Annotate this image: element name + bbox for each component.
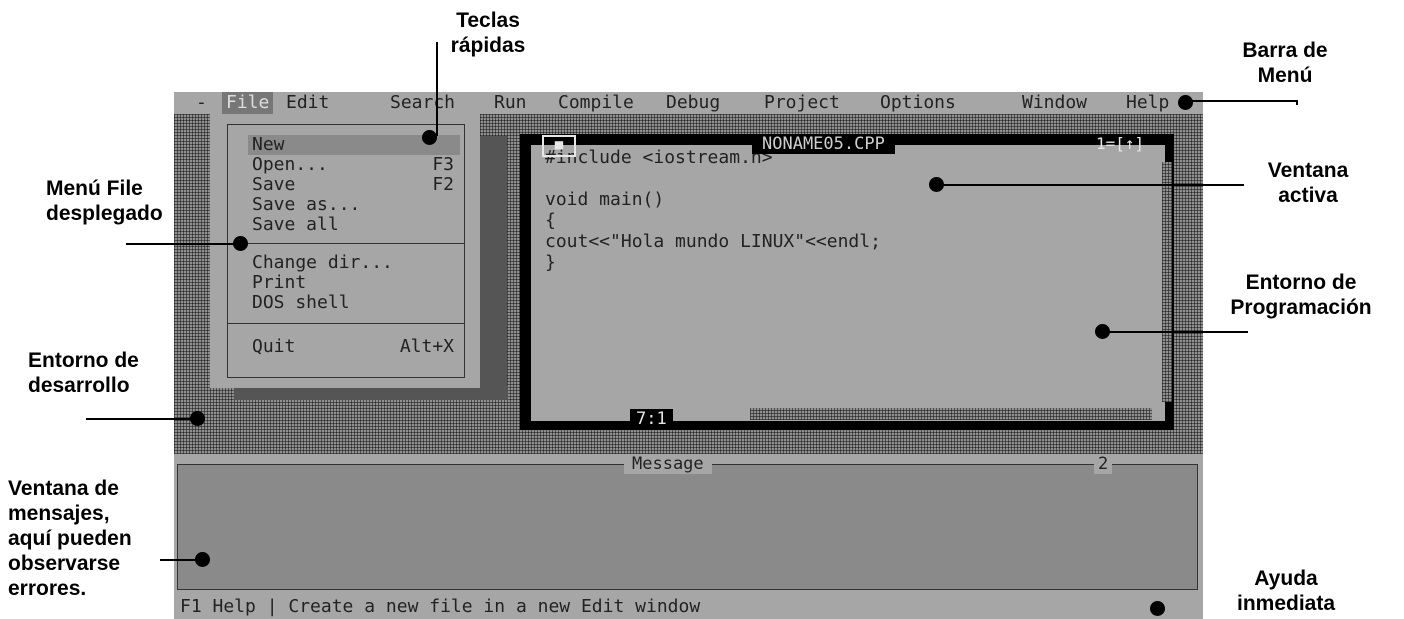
menu-project[interactable]: Project [760,92,844,114]
status-bar: F1 Help | Create a new file in a new Edi… [174,594,1203,619]
code-line-3: void main() [545,189,665,210]
message-window[interactable]: Message 2 [174,454,1203,594]
callout-dot-ayuda [1150,601,1165,616]
code-line-5: cout<<"Hola mundo LINUX"<<endl; [545,231,881,252]
cursor-position: 7:1 [630,409,673,429]
callout-line-ventana-activa [936,184,1244,186]
annotation-menu-file: Menú File desplegado [46,177,163,225]
file-menu-dos-shell[interactable]: DOS shell [248,293,460,313]
menu-bar: - File Edit Search Run Compile Debug Pro… [174,92,1203,114]
callout-dot-ventana-activa [929,177,944,192]
file-menu-quit[interactable]: Quit Alt+X [248,337,460,357]
editor-title: NONAME05.CPP [752,134,895,154]
file-menu-divider [228,323,464,324]
callout-dot-entorno-des [190,411,205,426]
callout-dot-entorno-prog [1095,324,1110,339]
file-menu-change-dir[interactable]: Change dir... [248,253,460,273]
callout-line-barra [1186,100,1298,102]
callout-dot-mensajes [195,552,210,567]
callout-dot-menu-file [233,236,248,251]
file-menu-shadow-side [479,136,507,400]
file-menu-dropdown: New Open... F3 Save F2 Save as... Save a… [210,114,480,388]
file-menu-print[interactable]: Print [248,273,460,293]
menu-compile[interactable]: Compile [554,92,638,114]
callout-line-entorno-prog [1102,331,1248,333]
message-window-number: 2 [1094,454,1113,474]
vertical-scrollbar[interactable] [1162,162,1172,402]
callout-line-barra-end [1296,100,1298,105]
menu-file[interactable]: File [222,92,274,114]
code-line-4: { [545,210,556,231]
file-menu-save-as[interactable]: Save as... [248,195,460,215]
file-menu-open[interactable]: Open... F3 [248,155,460,175]
menu-window[interactable]: Window [1018,92,1091,114]
close-icon[interactable]: ■ [542,135,576,157]
callout-line-teclas [436,42,438,136]
callout-dot-barra [1178,95,1193,110]
message-area [177,464,1198,590]
code-line-1: #include <iostream.h> [545,147,773,168]
annotation-barra-menu: Barra de Menú [1242,39,1328,87]
menu-debug[interactable]: Debug [662,92,724,114]
code-line-6: } [545,252,556,273]
menu-search[interactable]: Search [386,92,459,114]
message-title: Message [624,454,712,474]
system-menu[interactable]: - [192,92,211,114]
annotation-entorno-programacion: Entorno de Programación [1230,271,1372,319]
menu-run[interactable]: Run [490,92,531,114]
horizontal-scrollbar[interactable] [750,408,1152,420]
file-menu-shadow [234,386,508,400]
file-menu-frame: New Open... F3 Save F2 Save as... Save a… [227,124,465,378]
callout-line-menu-file [126,243,240,245]
edit-window[interactable]: #include <iostream.h> void main() { cout… [520,134,1174,430]
turbo-cpp-ide: - File Edit Search Run Compile Debug Pro… [174,92,1203,619]
annotation-teclas-rapidas: Teclas rápidas [450,9,526,57]
menu-help[interactable]: Help [1122,92,1173,114]
file-menu-divider [228,243,464,244]
menu-options[interactable]: Options [876,92,960,114]
menu-edit[interactable]: Edit [282,92,333,114]
annotation-ayuda-inmediata: Ayuda inmediata [1236,567,1336,615]
window-number[interactable]: 1=[↑] [1096,134,1144,154]
annotation-ventana-activa: Ventana activa [1267,159,1349,207]
file-menu-save-all[interactable]: Save all [248,215,460,235]
annotation-entorno-desarrollo: Entorno de desarrollo [28,349,139,397]
callout-dot-teclas [422,130,437,145]
annotation-ventana-mensajes: Ventana de mensajes, aquí pueden observa… [8,477,132,600]
file-menu-save[interactable]: Save F2 [248,175,460,195]
callout-line-entorno-des [86,418,198,420]
